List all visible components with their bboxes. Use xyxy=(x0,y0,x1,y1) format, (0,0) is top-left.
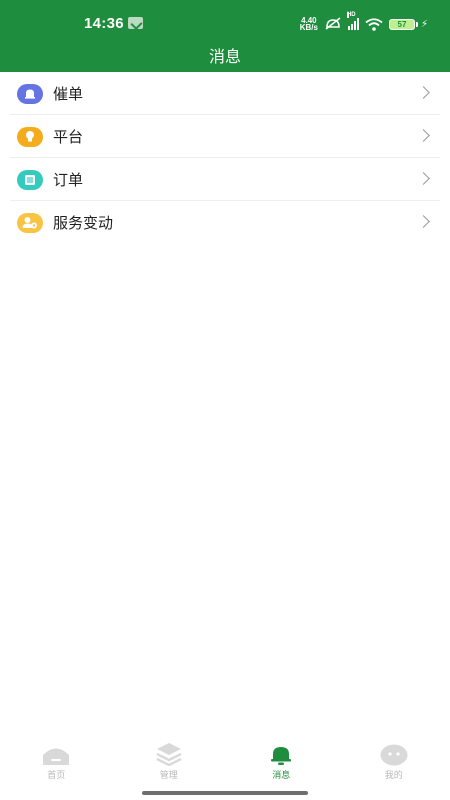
user-gear-icon xyxy=(17,212,43,233)
list-item-label: 服务变动 xyxy=(53,215,114,232)
list-icon xyxy=(17,169,43,190)
chevron-right-icon xyxy=(417,215,430,228)
list-item-label: 订单 xyxy=(53,172,84,189)
chevron-right-icon xyxy=(417,172,430,185)
battery-icon: 57 xyxy=(388,18,418,30)
wifi-icon xyxy=(365,17,383,31)
hd-label: HD xyxy=(346,12,356,18)
network-speed-unit: KB/s xyxy=(299,23,318,32)
message-list: 催单 平台 订单 服务变动 xyxy=(0,72,450,244)
list-item-service-change[interactable]: 服务变动 xyxy=(0,201,450,244)
layers-icon xyxy=(156,740,182,766)
bell-icon xyxy=(270,740,292,766)
list-item-orders[interactable]: 订单 xyxy=(0,158,450,201)
network-speed: 4.40 KB/s xyxy=(299,17,318,32)
bell-icon xyxy=(17,83,43,104)
messages-screen: 14:36 4.40 KB/s HD 57 ⚡ 消息 催单 平台 订单 服务变动… xyxy=(0,0,450,800)
signal-icon: HD xyxy=(346,12,359,30)
list-item-platform[interactable]: 平台 xyxy=(0,115,450,158)
list-item-label: 平台 xyxy=(53,129,84,146)
tab-home[interactable]: 首页 xyxy=(0,740,113,786)
bottom-tab-bar: 首页 管理 消息 我的 xyxy=(0,740,450,786)
tab-mine[interactable]: 我的 xyxy=(338,740,450,786)
status-bar: 14:36 4.40 KB/s HD 57 ⚡ xyxy=(0,0,450,44)
chat-face-icon xyxy=(380,740,408,766)
tab-label: 首页 xyxy=(47,770,66,780)
tab-label: 我的 xyxy=(384,770,403,780)
mute-icon xyxy=(325,17,341,30)
page-title: 消息 xyxy=(208,49,241,66)
wrench-icon xyxy=(128,17,143,29)
tab-label: 消息 xyxy=(272,770,291,780)
home-indicator[interactable] xyxy=(142,791,308,795)
status-icons: 4.40 KB/s HD 57 ⚡ xyxy=(299,12,428,32)
chevron-right-icon xyxy=(417,129,430,142)
list-item-urge-order[interactable]: 催单 xyxy=(0,72,450,115)
tab-manage[interactable]: 管理 xyxy=(113,740,226,786)
home-icon xyxy=(42,740,70,766)
tab-label: 管理 xyxy=(159,770,178,780)
header: 14:36 4.40 KB/s HD 57 ⚡ 消息 xyxy=(0,0,450,72)
charging-icon: ⚡ xyxy=(420,18,428,30)
tab-messages[interactable]: 消息 xyxy=(225,740,338,786)
lightbulb-icon xyxy=(17,126,43,147)
chevron-right-icon xyxy=(417,86,430,99)
list-item-label: 催单 xyxy=(53,86,84,103)
status-time: 14:36 xyxy=(84,15,124,32)
